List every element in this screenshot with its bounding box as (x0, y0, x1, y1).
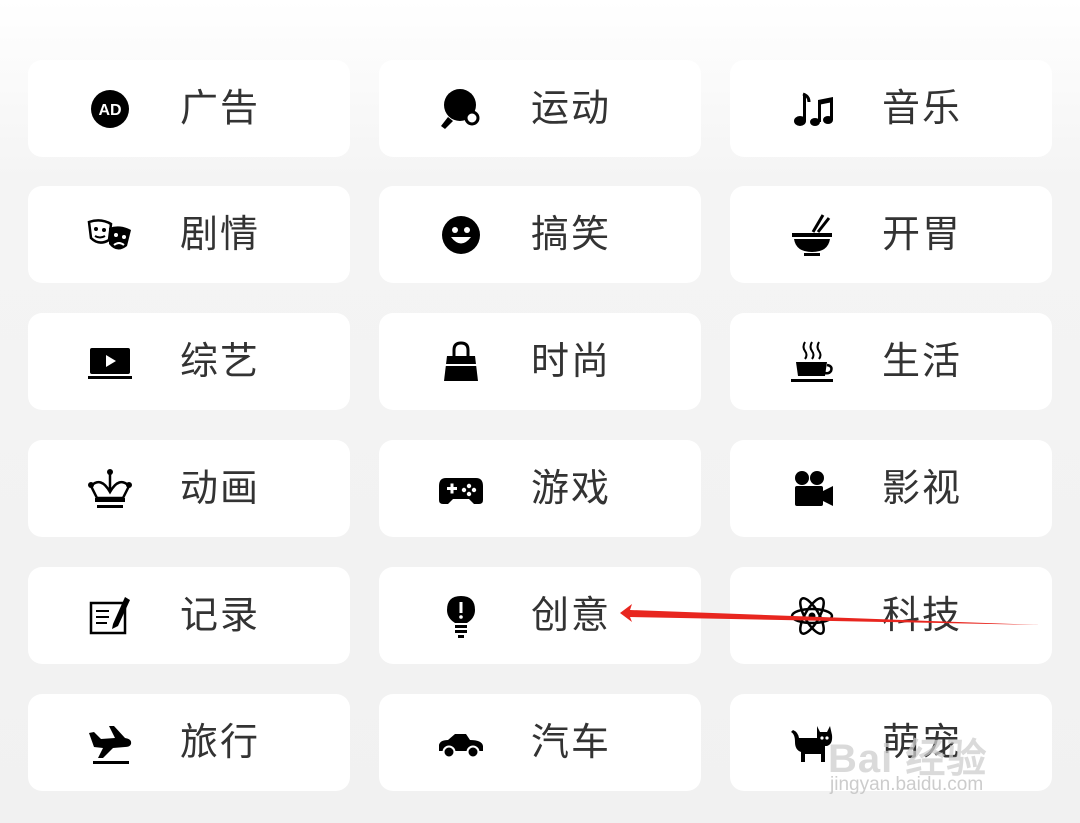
category-cars[interactable]: 汽车 (379, 694, 701, 791)
category-pets[interactable]: 萌宠 (730, 694, 1052, 791)
atom-icon (787, 591, 837, 641)
category-label: 综艺 (180, 339, 261, 383)
category-fashion[interactable]: 时尚 (379, 313, 701, 410)
coffee-cup-icon (787, 337, 837, 387)
ad-icon: AD (85, 84, 135, 134)
category-label: 旅行 (180, 720, 261, 764)
category-travel[interactable]: 旅行 (28, 694, 350, 791)
music-notes-icon (787, 84, 837, 134)
category-label: 游戏 (531, 466, 612, 510)
category-label: 开胃 (882, 212, 963, 256)
category-music[interactable]: 音乐 (730, 60, 1052, 157)
category-label: 萌宠 (882, 720, 963, 764)
category-label: 创意 (531, 593, 612, 637)
category-funny[interactable]: 搞笑 (379, 186, 701, 283)
category-grid: AD 广告 运动 音乐 剧情 搞笑 开胃 综艺 时尚 生活 动画 游戏 影视 记… (0, 0, 1080, 823)
category-life[interactable]: 生活 (730, 313, 1052, 410)
noodle-bowl-icon (787, 210, 837, 260)
jester-hat-icon (85, 464, 135, 514)
category-sports[interactable]: 运动 (379, 60, 701, 157)
pen-note-icon (85, 591, 135, 641)
category-label: 广告 (180, 86, 261, 130)
cat-icon (787, 718, 837, 768)
category-games[interactable]: 游戏 (379, 440, 701, 537)
category-ad[interactable]: AD 广告 (28, 60, 350, 157)
category-label: 时尚 (531, 339, 612, 383)
category-label: 生活 (882, 339, 963, 383)
category-label: 搞笑 (531, 212, 612, 256)
smile-icon (436, 210, 486, 260)
category-tech[interactable]: 科技 (730, 567, 1052, 664)
lightbulb-icon (436, 591, 486, 641)
category-label: 汽车 (531, 720, 612, 764)
category-label: 运动 (531, 86, 612, 130)
category-label: 剧情 (180, 212, 261, 256)
category-variety[interactable]: 综艺 (28, 313, 350, 410)
handbag-icon (436, 337, 486, 387)
category-film[interactable]: 影视 (730, 440, 1052, 537)
category-drama[interactable]: 剧情 (28, 186, 350, 283)
theater-masks-icon (85, 210, 135, 260)
category-appetizer[interactable]: 开胃 (730, 186, 1052, 283)
category-animation[interactable]: 动画 (28, 440, 350, 537)
airplane-landing-icon (85, 718, 135, 768)
category-label: 音乐 (882, 86, 963, 130)
svg-text:AD: AD (98, 102, 121, 119)
category-label: 影视 (882, 466, 963, 510)
tv-play-icon (85, 337, 135, 387)
movie-camera-icon (787, 464, 837, 514)
gamepad-icon (436, 464, 486, 514)
car-icon (436, 718, 486, 768)
category-label: 科技 (882, 593, 963, 637)
category-record[interactable]: 记录 (28, 567, 350, 664)
ping-pong-icon (436, 84, 486, 134)
category-creative[interactable]: 创意 (379, 567, 701, 664)
category-label: 动画 (180, 466, 261, 510)
category-label: 记录 (180, 593, 261, 637)
